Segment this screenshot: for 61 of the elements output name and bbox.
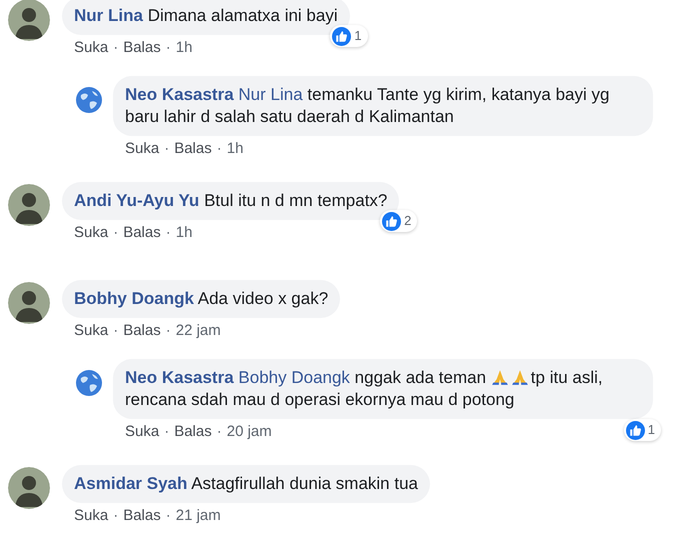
comment-text: Andi Yu-Ayu Yu Btul itu n d mn tempatx? — [74, 191, 388, 210]
comment-text: Asmidar Syah Astagfirullah dunia smakin tua — [74, 474, 418, 493]
action-link[interactable]: Balas — [123, 504, 161, 528]
action-link[interactable]: Suka — [125, 420, 160, 444]
author-link[interactable]: Neo Kasastra — [125, 85, 234, 104]
reaction-count: 1 — [354, 27, 362, 46]
author-link[interactable]: Andi Yu-Ayu Yu — [74, 191, 200, 210]
separator: · — [164, 138, 170, 159]
action-link[interactable]: Balas — [123, 36, 161, 60]
comment-time[interactable]: 1h — [176, 36, 192, 60]
action-link[interactable]: Suka — [125, 138, 160, 160]
separator: · — [216, 138, 222, 159]
separator: · — [166, 506, 171, 526]
comment-text: Neo Kasastra Bobhy Doangk nggak ada teman tp itu asli, rencana sdah mau d operasi ekornya mau d potong — [125, 368, 603, 409]
action-link[interactable]: Balas — [123, 222, 161, 244]
globe-icon — [75, 86, 103, 114]
reaction-count: 1 — [648, 421, 655, 440]
action-link[interactable]: Suka — [74, 36, 108, 60]
reaction-badge[interactable]: 1 — [624, 419, 661, 441]
separator: · — [113, 320, 118, 341]
comment-text: Bobhy Doangk Ada video x gak? — [74, 289, 328, 308]
mention-link[interactable]: Nur Lina — [238, 85, 303, 104]
globe-icon — [75, 369, 103, 397]
reaction-badge[interactable]: 1 — [330, 25, 368, 47]
author-link[interactable]: Bobhy Doangk — [74, 289, 194, 308]
separator: · — [166, 320, 171, 341]
separator: · — [166, 222, 171, 243]
folded-hands-icon — [490, 368, 509, 386]
avatar — [8, 184, 50, 226]
separator: · — [113, 38, 118, 58]
action-link[interactable]: Balas — [123, 320, 161, 342]
author-link[interactable]: Neo Kasastra — [125, 368, 234, 387]
avatar — [8, 282, 50, 324]
comment-time[interactable]: 1h — [176, 222, 192, 244]
action-link[interactable]: Suka — [74, 504, 108, 528]
action-link[interactable]: Suka — [74, 222, 108, 244]
reaction-count: 2 — [404, 212, 412, 230]
separator: · — [216, 422, 222, 442]
separator: · — [166, 38, 171, 58]
action-link[interactable]: Balas — [174, 138, 212, 160]
comment-time[interactable]: 20 jam — [226, 420, 272, 444]
separator: · — [164, 422, 170, 442]
comment-time[interactable]: 21 jam — [176, 504, 221, 528]
action-link[interactable]: Suka — [74, 320, 108, 342]
like-icon — [332, 26, 352, 46]
comment-text: Neo Kasastra Nur Lina temanku Tante yg kirim, katanya bayi yg baru lahir d salah satu daerah d Kalimantan — [125, 85, 610, 126]
comment-time[interactable]: 22 jam — [176, 320, 221, 342]
like-icon — [382, 212, 402, 230]
reaction-badge[interactable]: 2 — [380, 210, 418, 232]
comment-text: Nur Lina Dimana alamatxa ini bayi — [74, 6, 338, 25]
separator: · — [113, 506, 118, 526]
folded-hands-icon — [510, 368, 529, 386]
author-link[interactable]: Asmidar Syah — [74, 474, 188, 493]
separator: · — [113, 222, 118, 243]
action-link[interactable]: Balas — [174, 420, 212, 444]
mention-link[interactable]: Bobhy Doangk — [238, 368, 350, 387]
author-link[interactable]: Nur Lina — [74, 6, 143, 25]
comment-time[interactable]: 1h — [226, 138, 244, 160]
avatar — [8, 0, 50, 41]
avatar — [8, 467, 50, 509]
like-icon — [626, 420, 645, 440]
